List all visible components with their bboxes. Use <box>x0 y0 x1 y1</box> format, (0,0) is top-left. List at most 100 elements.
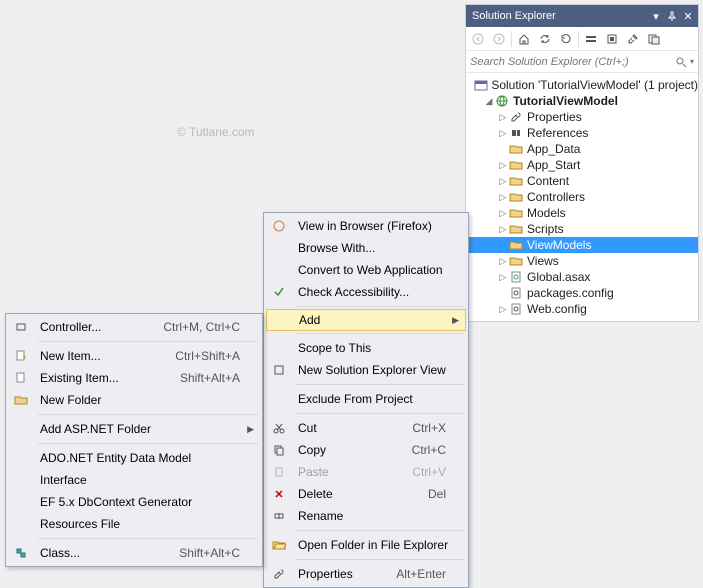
search-dropdown-icon[interactable]: ▾ <box>687 57 694 66</box>
menu-resources[interactable]: Resources File <box>8 513 260 535</box>
submenu-arrow-icon: ▶ <box>247 424 254 435</box>
menu-copy[interactable]: CopyCtrl+C <box>266 439 466 461</box>
controller-icon <box>8 321 34 333</box>
folder-icon <box>508 174 524 188</box>
wrench-icon <box>266 568 292 580</box>
menu-browse-with[interactable]: Browse With... <box>266 237 466 259</box>
menu-scope[interactable]: Scope to This <box>266 337 466 359</box>
tree-label: Global.asax <box>527 269 590 285</box>
solution-explorer-panel: Solution Explorer ▾ ✕ ▾ Solution 'Tutori… <box>465 4 699 322</box>
menu-separator <box>296 384 464 385</box>
menu-delete[interactable]: DeleteDel <box>266 483 466 505</box>
forward-icon[interactable] <box>489 29 509 49</box>
cut-icon <box>266 422 292 434</box>
menu-add-asp-folder[interactable]: Add ASP.NET Folder▶ <box>8 418 260 440</box>
menu-adonet[interactable]: ADO.NET Entity Data Model <box>8 447 260 469</box>
menu-check-accessibility[interactable]: Check Accessibility... <box>266 281 466 303</box>
search-icon[interactable] <box>675 56 687 68</box>
menu-exclude[interactable]: Exclude From Project <box>266 388 466 410</box>
paste-icon <box>266 466 292 478</box>
tree-item-appdata[interactable]: App_Data <box>466 141 698 157</box>
references-icon <box>508 126 524 140</box>
menu-controller[interactable]: Controller...Ctrl+M, Ctrl+C <box>8 316 260 338</box>
tree-label: Content <box>527 173 569 189</box>
tree-item-models[interactable]: ▷Models <box>466 205 698 221</box>
menu-separator <box>38 443 258 444</box>
menu-open-folder[interactable]: Open Folder in File Explorer <box>266 534 466 556</box>
tree-item-properties[interactable]: ▷Properties <box>466 109 698 125</box>
context-menu-main: View in Browser (Firefox) Browse With...… <box>263 212 469 588</box>
refresh-icon[interactable] <box>556 29 576 49</box>
context-menu-add: Controller...Ctrl+M, Ctrl+C New Item...C… <box>5 313 263 567</box>
tree-item-global[interactable]: ▷Global.asax <box>466 269 698 285</box>
delete-icon <box>266 488 292 500</box>
browser-icon <box>266 219 292 233</box>
tree-label: Models <box>527 205 566 221</box>
panel-toolbar <box>466 27 698 51</box>
menu-cut[interactable]: CutCtrl+X <box>266 417 466 439</box>
menu-separator <box>296 559 464 560</box>
folder-icon <box>508 142 524 156</box>
search-box[interactable]: ▾ <box>466 51 698 73</box>
properties-icon[interactable] <box>623 29 643 49</box>
menu-rename[interactable]: Rename <box>266 505 466 527</box>
project-label: TutorialViewModel <box>513 93 618 109</box>
tree-item-controllers[interactable]: ▷Controllers <box>466 189 698 205</box>
project-node[interactable]: ◢TutorialViewModel <box>466 93 698 109</box>
tree-label: Controllers <box>527 189 585 205</box>
tree-item-scripts[interactable]: ▷Scripts <box>466 221 698 237</box>
menu-new-sln-view[interactable]: New Solution Explorer View <box>266 359 466 381</box>
home-icon[interactable] <box>514 29 534 49</box>
class-icon <box>8 547 34 559</box>
panel-header: Solution Explorer ▾ ✕ <box>466 5 698 27</box>
pin-icon[interactable] <box>664 8 680 24</box>
submenu-arrow-icon: ▶ <box>452 315 459 326</box>
menu-ef5[interactable]: EF 5.x DbContext Generator <box>8 491 260 513</box>
solution-icon <box>474 78 488 92</box>
menu-new-folder[interactable]: New Folder <box>8 389 260 411</box>
menu-properties[interactable]: PropertiesAlt+Enter <box>266 563 466 585</box>
tree-item-viewmodels[interactable]: ViewModels <box>466 237 698 253</box>
preview-icon[interactable] <box>644 29 664 49</box>
tree-label: References <box>527 125 588 141</box>
tree-item-references[interactable]: ▷References <box>466 125 698 141</box>
menu-separator <box>38 341 258 342</box>
existing-item-icon <box>8 372 34 384</box>
menu-separator <box>296 413 464 414</box>
menu-convert[interactable]: Convert to Web Application <box>266 259 466 281</box>
folder-icon <box>508 158 524 172</box>
folder-icon <box>508 254 524 268</box>
menu-class[interactable]: Class...Shift+Alt+C <box>8 542 260 564</box>
collapse-icon[interactable] <box>581 29 601 49</box>
show-all-icon[interactable] <box>602 29 622 49</box>
close-icon[interactable]: ✕ <box>680 8 696 24</box>
sync-icon[interactable] <box>535 29 555 49</box>
tree-item-views[interactable]: ▷Views <box>466 253 698 269</box>
tree-item-webconfig[interactable]: ▷Web.config <box>466 301 698 317</box>
search-input[interactable] <box>470 56 675 68</box>
tree-label: Web.config <box>527 301 587 317</box>
tree-label: App_Data <box>527 141 580 157</box>
open-folder-icon <box>266 539 292 551</box>
menu-existing-item[interactable]: Existing Item...Shift+Alt+A <box>8 367 260 389</box>
menu-separator <box>296 306 464 307</box>
tree-item-content[interactable]: ▷Content <box>466 173 698 189</box>
tree-item-appstart[interactable]: ▷App_Start <box>466 157 698 173</box>
menu-new-item[interactable]: New Item...Ctrl+Shift+A <box>8 345 260 367</box>
config-icon <box>508 302 524 316</box>
menu-interface[interactable]: Interface <box>8 469 260 491</box>
project-icon <box>494 94 510 108</box>
solution-node[interactable]: Solution 'TutorialViewModel' (1 project) <box>466 77 698 93</box>
menu-view-in-browser[interactable]: View in Browser (Firefox) <box>266 215 466 237</box>
menu-add[interactable]: Add▶ <box>266 309 466 331</box>
copy-icon <box>266 444 292 456</box>
tree-label: Properties <box>527 109 582 125</box>
menu-separator <box>296 530 464 531</box>
tree-item-packages[interactable]: packages.config <box>466 285 698 301</box>
dropdown-icon[interactable]: ▾ <box>648 8 664 24</box>
watermark-text: © Tutlane.com <box>177 125 255 139</box>
new-item-icon <box>8 350 34 362</box>
folder-icon <box>508 222 524 236</box>
back-icon[interactable] <box>468 29 488 49</box>
tree-label: App_Start <box>527 157 580 173</box>
